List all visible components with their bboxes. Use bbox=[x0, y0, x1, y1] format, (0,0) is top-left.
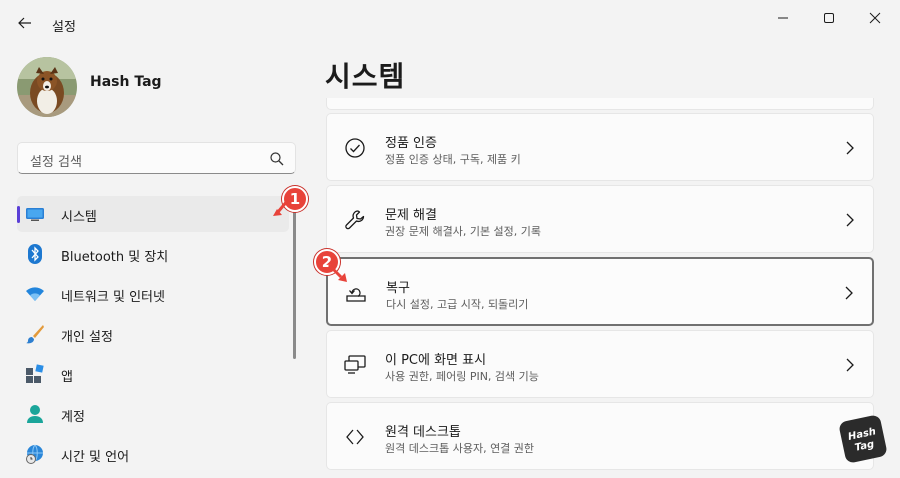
card-title: 문제 해결 bbox=[385, 208, 437, 223]
page-title: 시스템 bbox=[325, 60, 406, 93]
selection-indicator bbox=[17, 206, 20, 223]
remote-desktop-icon bbox=[343, 425, 367, 449]
paintbrush-icon bbox=[25, 324, 45, 344]
card-project-to-pc[interactable]: 이 PC에 화면 표시 사용 권한, 페어링 PIN, 검색 기능 bbox=[326, 330, 874, 398]
chevron-right-icon bbox=[843, 212, 857, 228]
settings-search-input[interactable]: 설정 검색 bbox=[17, 142, 296, 174]
title-bar: 설정 bbox=[0, 0, 900, 48]
sidebar-item-apps[interactable]: 앱 bbox=[17, 356, 289, 392]
sidebar-item-label: 개인 설정 bbox=[61, 330, 113, 345]
card-description: 권장 문제 해결사, 기본 설정, 기록 bbox=[385, 225, 542, 238]
card-partial-top bbox=[326, 98, 874, 110]
account-icon bbox=[25, 404, 45, 424]
sidebar-item-label: 시스템 bbox=[61, 210, 97, 225]
system-monitor-icon bbox=[25, 204, 45, 224]
user-name: Hash Tag bbox=[90, 74, 162, 90]
sidebar-item-label: 시간 및 언어 bbox=[61, 450, 130, 465]
close-icon bbox=[869, 12, 881, 24]
sidebar-item-bluetooth[interactable]: Bluetooth 및 장치 bbox=[17, 236, 289, 272]
card-description: 사용 권한, 페어링 PIN, 검색 기능 bbox=[385, 370, 539, 383]
chevron-right-icon bbox=[842, 285, 856, 301]
card-recovery[interactable]: 복구 다시 설정, 고급 시작, 되돌리기 bbox=[326, 257, 874, 326]
search-placeholder: 설정 검색 bbox=[30, 155, 82, 170]
avatar[interactable] bbox=[17, 57, 77, 117]
card-description: 원격 데스크톱 사용자, 연결 권한 bbox=[385, 442, 535, 455]
sidebar-item-network[interactable]: 네트워크 및 인터넷 bbox=[17, 276, 289, 312]
close-button[interactable] bbox=[852, 2, 898, 34]
sidebar-scrollbar[interactable] bbox=[293, 196, 296, 359]
check-circle-icon bbox=[343, 136, 367, 160]
card-description: 정품 인증 상태, 구독, 제품 키 bbox=[385, 153, 521, 166]
sidebar-item-label: 앱 bbox=[61, 370, 73, 385]
sidebar-item-system[interactable]: 시스템 bbox=[17, 196, 289, 232]
project-screen-icon bbox=[343, 353, 367, 377]
search-icon[interactable] bbox=[269, 151, 285, 167]
sidebar-item-accounts[interactable]: 계정 bbox=[17, 396, 289, 432]
card-title: 이 PC에 화면 표시 bbox=[385, 353, 487, 368]
globe-clock-icon bbox=[25, 444, 45, 464]
user-profile[interactable]: Hash Tag bbox=[17, 57, 287, 117]
recovery-icon bbox=[344, 281, 368, 305]
maximize-icon bbox=[824, 13, 834, 23]
chevron-right-icon bbox=[843, 357, 857, 373]
app-title: 설정 bbox=[52, 20, 76, 35]
bluetooth-icon bbox=[25, 244, 45, 264]
apps-icon bbox=[25, 364, 45, 384]
sidebar-item-personalization[interactable]: 개인 설정 bbox=[17, 316, 289, 352]
back-button[interactable] bbox=[12, 10, 38, 36]
card-title: 원격 데스크톱 bbox=[385, 425, 461, 440]
wrench-icon bbox=[343, 208, 367, 232]
sidebar-item-label: 계정 bbox=[61, 410, 85, 425]
sidebar-item-label: Bluetooth 및 장치 bbox=[61, 250, 169, 265]
card-title: 복구 bbox=[386, 281, 410, 296]
card-remote-desktop[interactable]: 원격 데스크톱 원격 데스크톱 사용자, 연결 권한 bbox=[326, 402, 874, 470]
hashtag-watermark-logo: Hash Tag bbox=[839, 415, 887, 463]
sidebar-item-time-language[interactable]: 시간 및 언어 bbox=[17, 436, 289, 472]
annotation-arrow-1 bbox=[273, 199, 290, 216]
sidebar-item-label: 네트워크 및 인터넷 bbox=[61, 290, 165, 305]
back-arrow-icon bbox=[18, 17, 31, 29]
avatar-photo bbox=[17, 57, 77, 117]
card-troubleshoot[interactable]: 문제 해결 권장 문제 해결사, 기본 설정, 기록 bbox=[326, 185, 874, 253]
card-activation[interactable]: 정품 인증 정품 인증 상태, 구독, 제품 키 bbox=[326, 113, 874, 181]
minimize-button[interactable] bbox=[760, 2, 806, 34]
maximize-button[interactable] bbox=[806, 2, 852, 34]
chevron-right-icon bbox=[843, 140, 857, 156]
card-title: 정품 인증 bbox=[385, 136, 437, 151]
card-description: 다시 설정, 고급 시작, 되돌리기 bbox=[386, 298, 529, 311]
minimize-icon bbox=[778, 17, 788, 19]
annotation-arrow-2 bbox=[327, 263, 347, 282]
wifi-icon bbox=[25, 284, 45, 304]
